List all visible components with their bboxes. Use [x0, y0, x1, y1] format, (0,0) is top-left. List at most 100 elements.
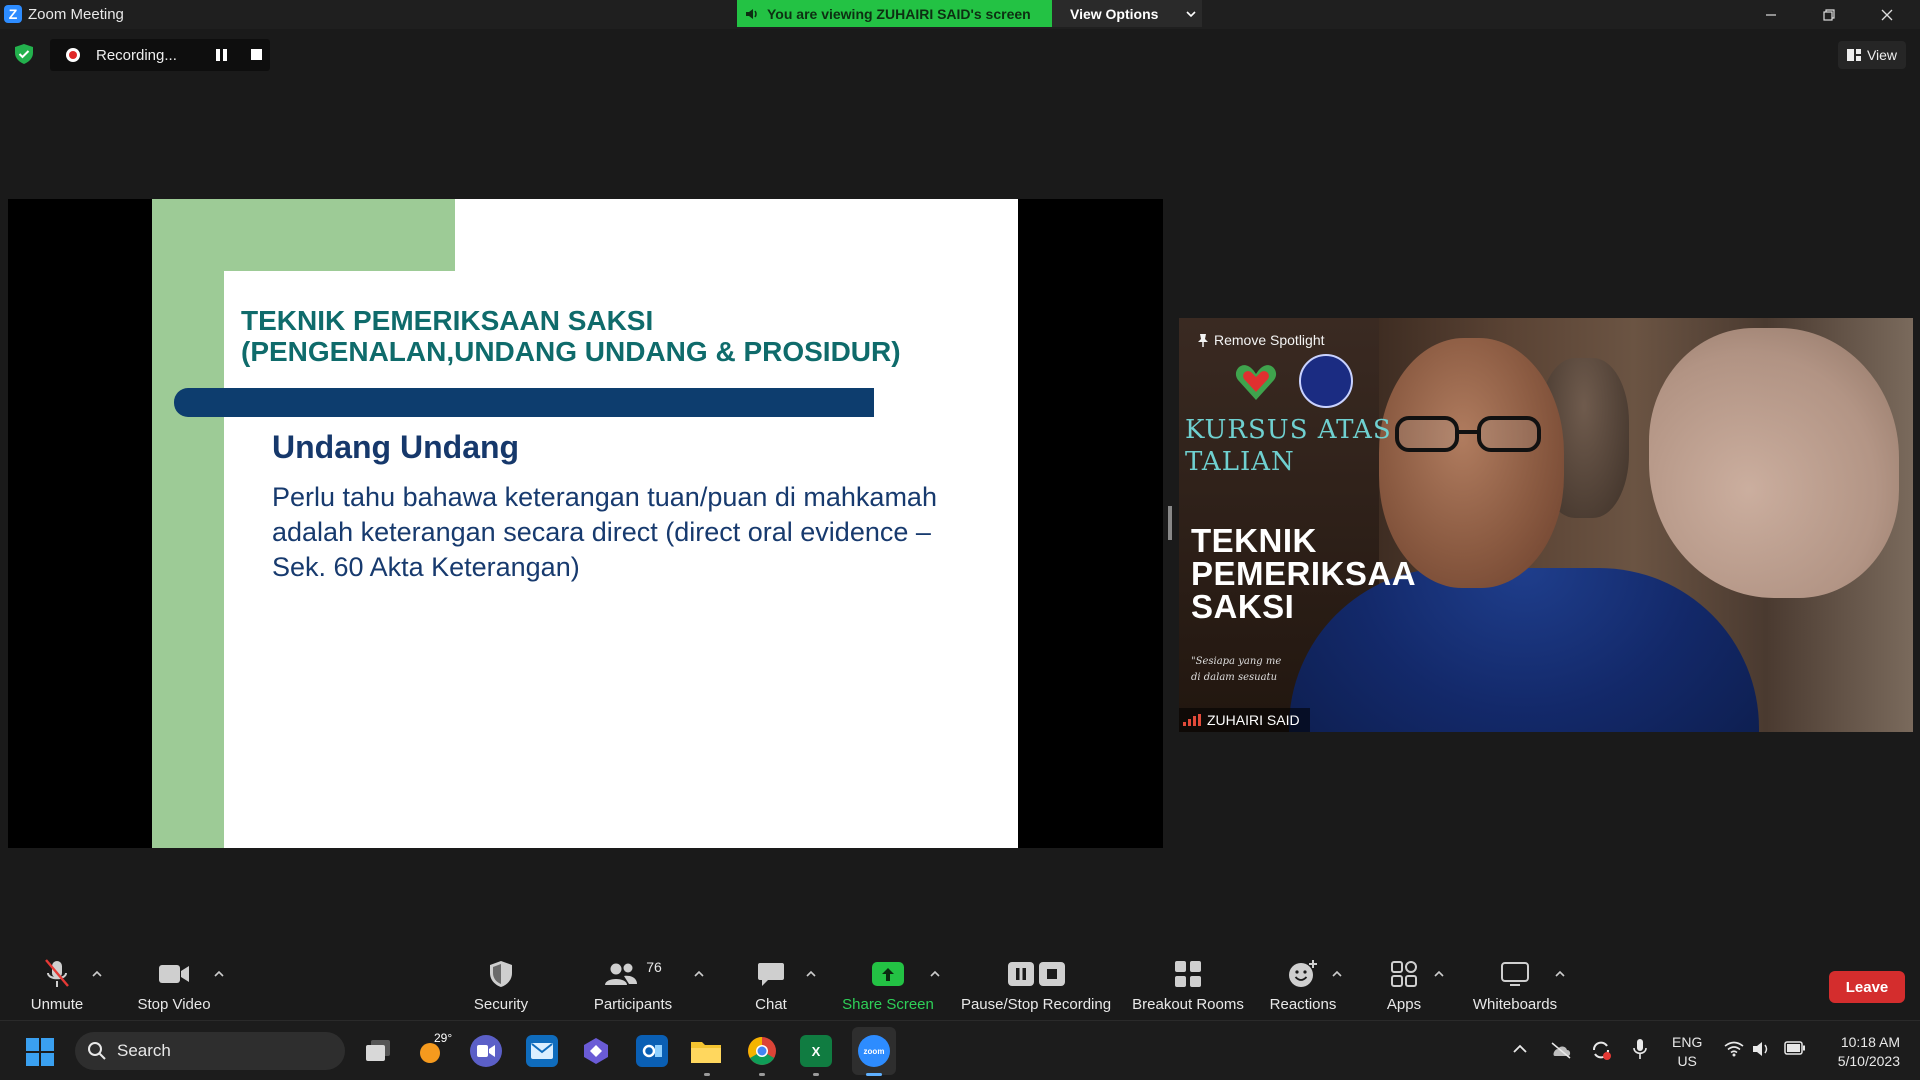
recording-bar: Recording... [50, 39, 270, 71]
outlook-app-icon[interactable] [636, 1035, 668, 1067]
clock-date: 5/10/2023 [1837, 1053, 1900, 1069]
chevron-up-icon[interactable] [1512, 1043, 1528, 1055]
excel-app-icon[interactable]: X [800, 1035, 832, 1067]
restore-icon [1823, 8, 1835, 21]
slide-heading: Undang Undang [272, 429, 520, 465]
view-options-label: View Options [1070, 5, 1159, 22]
whiteboards-label: Whiteboards [1472, 996, 1558, 1013]
close-icon [1881, 9, 1893, 20]
whiteboards-button[interactable]: Whiteboards [1445, 958, 1585, 1013]
pause-recording-icon [1007, 962, 1034, 986]
security-button[interactable]: Security [431, 958, 571, 1013]
panel-splitter-handle[interactable] [1168, 506, 1172, 540]
share-screen-caret-icon[interactable] [929, 968, 941, 980]
viewing-banner: You are viewing ZUHAIRI SAID's screen [737, 0, 1052, 27]
volume-icon[interactable] [1752, 1041, 1772, 1057]
smiley-plus-icon [1289, 960, 1317, 987]
task-view-icon[interactable] [362, 1035, 394, 1067]
chat-caret-icon[interactable] [805, 968, 817, 980]
apps-caret-icon[interactable] [1433, 968, 1445, 980]
zoom-app-icon[interactable]: zoom [858, 1035, 890, 1067]
weather-widget-icon[interactable]: 29° [416, 1031, 452, 1067]
video-camera-icon [159, 965, 189, 983]
input-language-indicator[interactable]: ENG US [1672, 1033, 1702, 1071]
breakout-rooms-label: Breakout Rooms [1132, 996, 1244, 1013]
meeting-toolbar: Unmute Stop Video Security 76 Participan… [0, 950, 1920, 1020]
participant-count: 76 [646, 959, 662, 975]
system-clock[interactable]: 10:18 AM 5/10/2023 [1820, 1033, 1900, 1071]
share-screen-icon [872, 962, 904, 986]
slide-title: TEKNIK PEMERIKSAAN SAKSI (PENGENALAN,UND… [241, 305, 901, 367]
slide-green-left-block [152, 199, 224, 848]
glasses-shape [1395, 416, 1541, 452]
video-options-caret-icon[interactable] [213, 968, 225, 980]
slide-blue-bar [174, 388, 874, 417]
taskbar-search-box[interactable]: Search [75, 1032, 345, 1070]
breakout-rooms-icon [1175, 961, 1201, 987]
security-label: Security [473, 996, 529, 1013]
taskbar-search-label: Search [117, 1041, 171, 1060]
remove-spotlight-button[interactable]: Remove Spotlight [1197, 332, 1325, 348]
meet-app-icon[interactable] [470, 1035, 502, 1067]
battery-charging-icon[interactable] [1784, 1041, 1806, 1055]
encryption-shield-icon[interactable] [13, 43, 35, 65]
stop-video-button[interactable]: Stop Video [104, 958, 244, 1013]
microphone-in-use-icon[interactable] [1633, 1038, 1647, 1060]
onedrive-offline-icon[interactable] [1550, 1041, 1572, 1059]
stop-recording-icon[interactable] [251, 49, 262, 60]
leave-button[interactable]: Leave [1829, 971, 1905, 1003]
chat-label: Chat [755, 996, 787, 1013]
windows-taskbar: Search 29° X zoom ENG US 10:18 AM 5/10/2… [0, 1020, 1920, 1080]
zoom-logo-icon: Z [4, 5, 22, 23]
copilot-app-icon[interactable] [580, 1035, 612, 1067]
speaker-hand [1649, 328, 1899, 598]
zoom-active-indicator [866, 1073, 882, 1076]
close-button[interactable] [1858, 0, 1916, 29]
seal-logo-icon [1299, 354, 1353, 408]
input-language-top: ENG [1672, 1034, 1703, 1050]
file-explorer-icon[interactable] [690, 1035, 722, 1067]
poster-quote-text: "Sesiapa yang me di dalam sesuatu [1191, 656, 1282, 683]
view-layout-icon [1846, 49, 1861, 61]
wifi-icon[interactable] [1724, 1041, 1744, 1057]
participants-label: Participants [593, 996, 673, 1013]
excel-app-label: X [811, 1043, 821, 1059]
speaker-icon [746, 8, 757, 19]
chevron-down-icon [1186, 10, 1197, 17]
chat-bubble-icon [758, 963, 784, 986]
chrome-app-icon[interactable] [746, 1035, 778, 1067]
share-screen-label: Share Screen [842, 996, 934, 1013]
pause-stop-recording-button[interactable]: Pause/Stop Recording [961, 958, 1111, 1013]
unmute-label: Unmute [30, 996, 84, 1013]
pause-recording-icon[interactable] [216, 49, 228, 61]
audio-options-caret-icon[interactable] [91, 968, 103, 980]
mail-app-icon[interactable] [526, 1035, 558, 1067]
viewing-banner-text: You are viewing ZUHAIRI SAID's screen [767, 5, 1031, 22]
participants-button[interactable]: 76 Participants [563, 958, 703, 1013]
microphone-muted-icon [45, 959, 69, 987]
input-language-bottom: US [1677, 1053, 1697, 1069]
chrome-running-indicator [759, 1073, 765, 1076]
minimize-button[interactable] [1742, 0, 1800, 29]
participant-name: ZUHAIRI SAID [1207, 712, 1300, 728]
poster-title-text: TEKNIK PEMERIKSAA SAKSI [1191, 522, 1417, 625]
heart-logo-icon [1235, 365, 1277, 400]
sync-icon[interactable] [1590, 1039, 1612, 1061]
spotlight-video[interactable]: Remove Spotlight KURSUS ATAS TALIAN TEKN… [1179, 318, 1913, 732]
whiteboards-caret-icon[interactable] [1554, 968, 1566, 980]
recording-label: Recording... [96, 46, 177, 64]
search-icon [88, 1042, 106, 1060]
view-label: View [1866, 47, 1898, 63]
share-screen-button[interactable]: Share Screen [818, 958, 958, 1013]
minimize-icon [1766, 13, 1776, 16]
pin-icon [1198, 334, 1208, 347]
windows-start-icon[interactable] [26, 1038, 54, 1066]
shared-screen: TEKNIK PEMERIKSAAN SAKSI (PENGENALAN,UND… [8, 199, 1163, 848]
view-options-button[interactable]: View Options [1052, 0, 1202, 27]
restore-button[interactable] [1800, 0, 1858, 29]
participants-icon [605, 963, 638, 985]
recording-dot-icon [66, 48, 80, 62]
signal-strength-icon [1183, 714, 1201, 726]
slide-body: Perlu tahu bahawa keterangan tuan/puan d… [272, 482, 937, 582]
view-button[interactable]: View [1838, 41, 1906, 69]
